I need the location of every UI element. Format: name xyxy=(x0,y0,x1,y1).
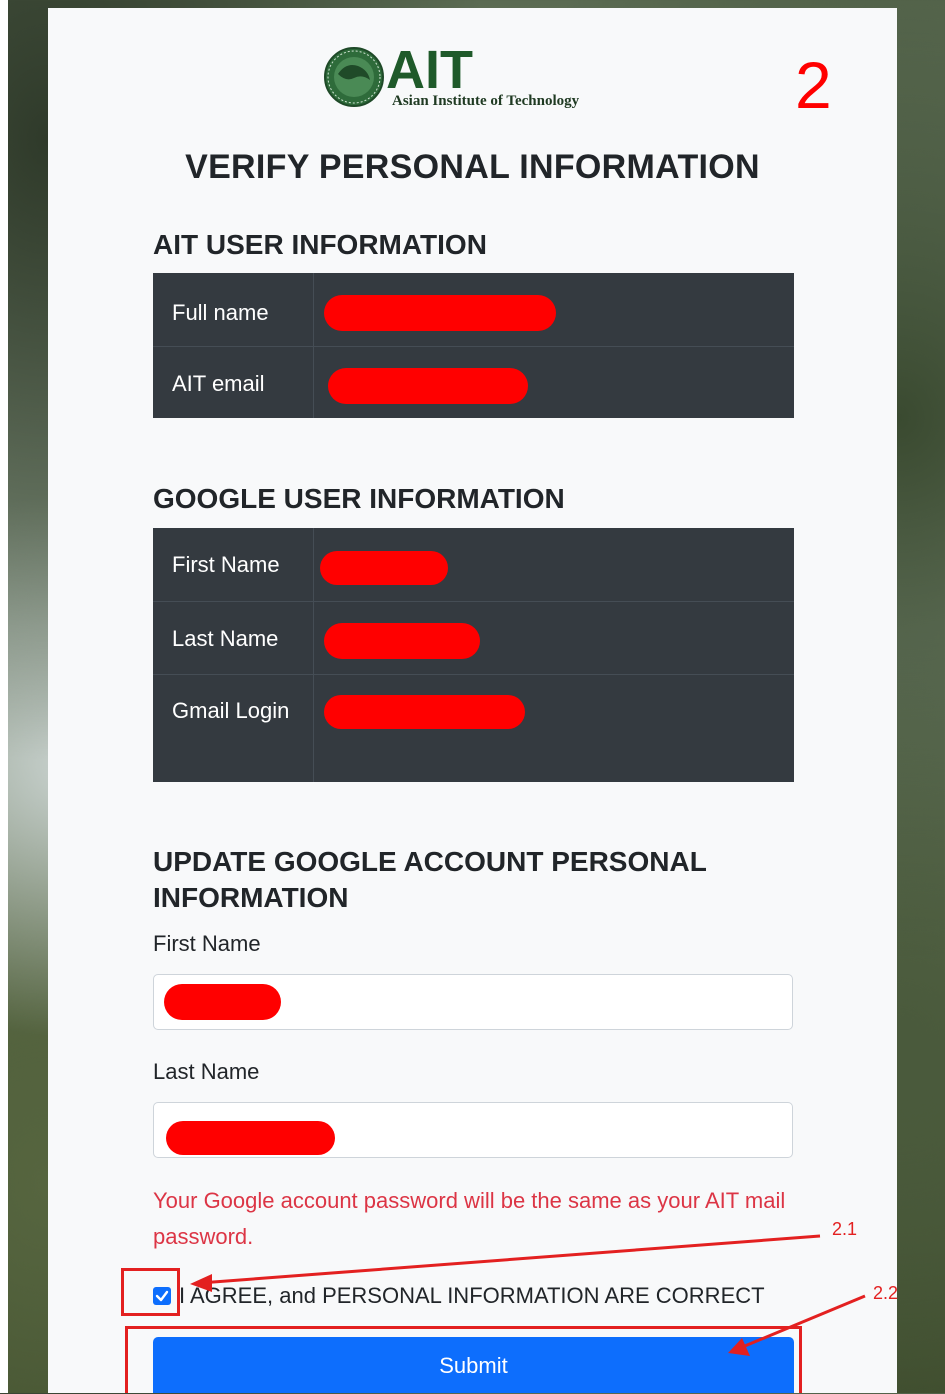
full-name-value xyxy=(314,273,795,346)
step-number: 2 xyxy=(795,48,832,122)
redaction-mark xyxy=(324,622,480,659)
logo-text: AIT xyxy=(386,44,473,100)
ait-email-label: AIT email xyxy=(153,345,314,418)
last-name-label: Last Name xyxy=(153,600,314,674)
google-section-title: GOOGLE USER INFORMATION xyxy=(153,483,565,514)
redaction-mark xyxy=(324,694,525,729)
first-name-field-label: First Name xyxy=(153,931,261,956)
redaction-mark xyxy=(320,551,448,585)
password-note: Your Google account password will be the… xyxy=(153,1188,786,1249)
ait-email-value xyxy=(313,345,794,418)
page-title: VERIFY PERSONAL INFORMATION xyxy=(185,148,760,186)
table-row: Last Name xyxy=(153,600,794,674)
ait-logo: AIT Asian Institute of Technology xyxy=(324,44,580,109)
agree-row: I AGREE, and PERSONAL INFORMATION ARE CO… xyxy=(153,1281,765,1311)
table-row: Gmail Login xyxy=(153,673,794,782)
last-name-input[interactable] xyxy=(153,1102,793,1158)
first-name-value xyxy=(314,528,795,601)
table-row: Full name xyxy=(153,273,794,346)
update-section-title: UPDATE GOOGLE ACCOUNT PERSONAL INFORMATI… xyxy=(153,846,707,913)
gmail-login-value xyxy=(313,673,794,782)
redaction-mark xyxy=(164,984,281,1020)
first-name-input[interactable] xyxy=(153,974,793,1030)
logo-subtitle: Asian Institute of Technology xyxy=(392,93,580,109)
full-name-label: Full name xyxy=(153,273,314,346)
google-info-table: First Name Last Name Gmail Login xyxy=(153,528,794,782)
annotation-label-2-2: 2.2 xyxy=(873,1283,899,1303)
last-name-value xyxy=(313,600,794,674)
annotation-box-submit xyxy=(125,1326,802,1393)
ait-info-table: Full name AIT email xyxy=(153,273,794,418)
redaction-mark xyxy=(166,1121,335,1155)
gmail-login-label: Gmail Login xyxy=(153,673,314,782)
annotation-label-2-1: 2.1 xyxy=(832,1219,858,1239)
redaction-mark xyxy=(328,367,528,404)
ait-section-title: AIT USER INFORMATION xyxy=(153,229,487,260)
last-name-field-label: Last Name xyxy=(153,1059,260,1084)
redaction-mark xyxy=(324,295,556,331)
table-row: AIT email xyxy=(153,345,794,418)
annotation-box-checkbox xyxy=(121,1268,180,1316)
agree-label[interactable]: I AGREE, and PERSONAL INFORMATION ARE CO… xyxy=(179,1283,765,1309)
background-edge xyxy=(0,0,8,1393)
table-row: First Name xyxy=(153,528,794,601)
first-name-label: First Name xyxy=(153,528,314,601)
